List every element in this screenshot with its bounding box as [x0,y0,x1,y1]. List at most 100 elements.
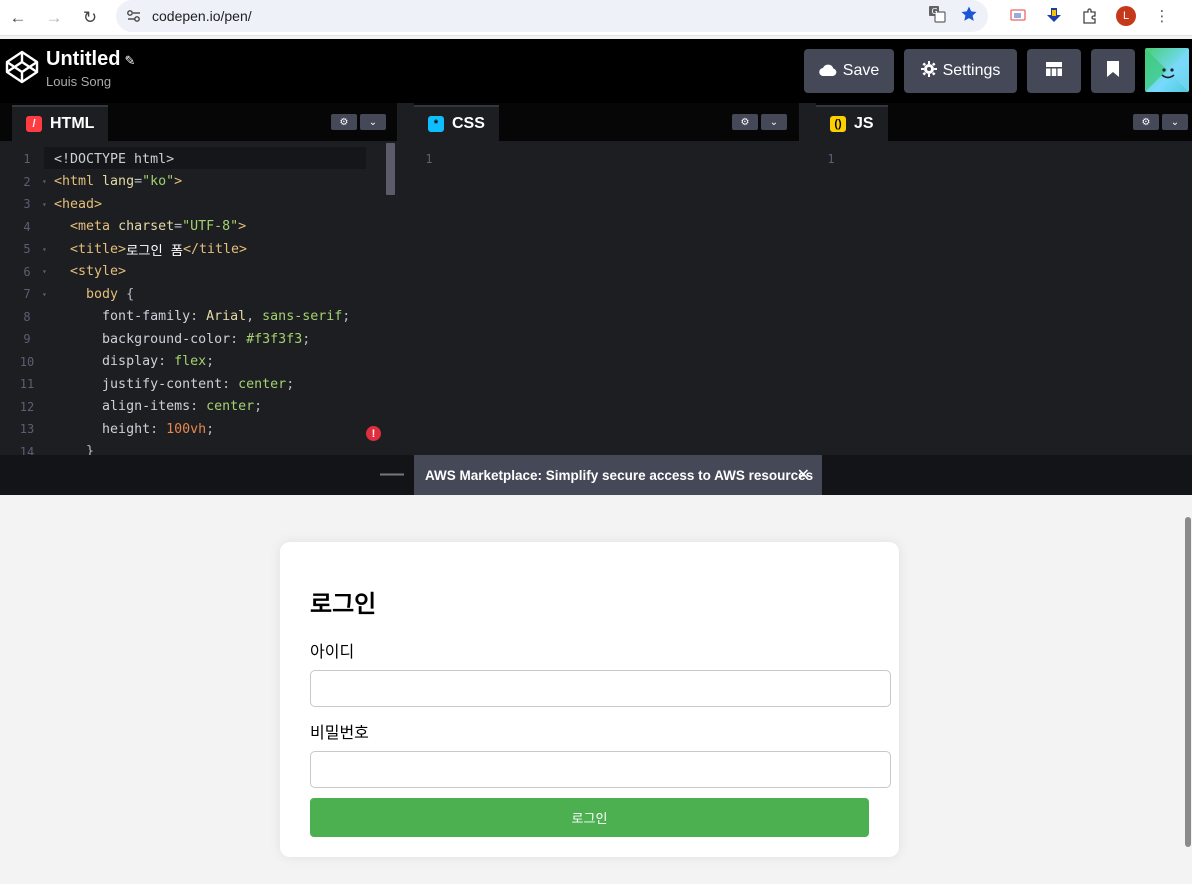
css-code-area[interactable]: 1 [414,141,799,455]
html-settings-gear-icon[interactable]: ⚙ [331,114,357,130]
ad-banner[interactable]: AWS Marketplace: Simplify secure access … [414,455,822,495]
settings-button[interactable]: Settings [904,49,1017,93]
fold-toggle-icon[interactable]: ▾ [42,200,54,209]
html-editor-scrollbar[interactable] [386,143,395,195]
line-number: 14 [19,444,35,455]
line-number: 4 [23,219,31,234]
code-token: = [174,219,183,235]
error-icon[interactable]: ! [366,426,381,441]
line-number: 1 [425,152,433,167]
download-extension-icon[interactable] [1036,0,1072,32]
preview-scrollbar[interactable] [1183,495,1192,884]
pen-title[interactable]: Untitled ✎ [46,48,135,71]
login-button[interactable]: 로그인 [310,798,869,837]
ad-logo-icon [380,473,404,476]
password-input[interactable] [310,751,891,788]
svg-text:G: G [932,7,938,16]
code-token: display [102,354,159,370]
code-token: background-color [102,331,231,347]
code-line: 5 ▾ <title> 로그인 폼 </title> [12,238,247,261]
js-collapse-chevron-down-icon[interactable]: ⌄ [1162,114,1188,130]
profile-avatar[interactable]: L [1108,0,1144,32]
css-editor: * CSS ⚙ ⌄ 1 [398,103,799,455]
tab-css[interactable]: * CSS [414,105,499,141]
ad-text[interactable]: AWS Marketplace: Simplify secure access … [425,468,813,483]
bookmark-star-icon[interactable] [960,5,978,28]
html-collapse-chevron-down-icon[interactable]: ⌄ [360,114,386,130]
tab-js[interactable]: () JS [816,105,888,141]
css-badge-icon: * [428,116,444,132]
code-token: <html [54,174,103,190]
code-token: height [102,421,151,437]
js-code-area[interactable]: 1 [816,141,1192,455]
code-token: Arial [206,309,247,325]
code-line: 8 font-family: Arial, sans-serif; [12,306,350,329]
preview-scrollbar-thumb[interactable] [1185,517,1191,847]
code-token: <style> [70,264,127,280]
code-token: #f3f3f3 [246,331,303,347]
layout-icon [1046,61,1062,81]
id-input[interactable] [310,670,891,707]
site-settings-icon[interactable] [120,9,148,23]
fold-toggle-icon[interactable]: ▾ [42,245,54,254]
code-token: <meta [70,219,119,235]
ad-close-icon[interactable]: ✕ [797,455,810,495]
pen-author[interactable]: Louis Song [46,74,111,89]
code-token: ; [342,309,351,325]
translate-icon[interactable]: G [928,5,946,28]
code-line: 3 ▾ <head> [12,193,102,216]
js-badge-icon: () [830,116,846,132]
code-token: flex [174,354,207,370]
code-token: ; [286,376,295,392]
fold-toggle-icon[interactable]: ▾ [42,267,54,276]
code-token: > [238,219,247,235]
code-line: 4 <meta charset = "UTF-8" > [12,216,246,239]
code-token: : [222,376,239,392]
line-number: 7 [23,287,31,302]
code-token: : [230,331,247,347]
code-token: align-items [102,399,191,415]
code-token: lang [102,174,135,190]
browser-menu-icon[interactable]: ⋮ [1144,0,1180,32]
html-code-area[interactable]: 1 <!DOCTYPE html> 2 ▾ <html lang = "ko" >3 ▾ <hea… [12,141,397,455]
code-line: 11 justify-content: center; [12,373,294,396]
browser-toolbar: ← → ↻ codepen.io/pen/ G L ⋮ [0,0,1192,36]
line-number: 5 [23,242,31,257]
save-button[interactable]: Save [804,49,894,93]
js-settings-gear-icon[interactable]: ⚙ [1133,114,1159,130]
reload-button[interactable]: ↻ [72,2,108,34]
tab-js-label: JS [854,115,874,132]
preview-pane: 로그인 아이디 비밀번호 로그인 [0,495,1192,884]
code-token: <title> [70,241,127,257]
line-number: 1 [827,152,835,167]
user-avatar[interactable] [1145,48,1189,92]
forward-button[interactable]: → [36,2,72,34]
code-line: 7 ▾ body { [12,283,134,306]
edit-pencil-icon[interactable]: ✎ [124,53,135,68]
editor-panels: / HTML ⚙ ⌄ 1 <!DOCTYPE html> 2 ▾ <html lang =… [0,103,1192,455]
back-button[interactable]: ← [0,2,36,34]
code-token: font-family [102,309,191,325]
line-number: 11 [19,377,35,392]
address-bar[interactable]: codepen.io/pen/ G [116,0,988,32]
code-line: 12 align-items: center; [12,396,262,419]
fold-toggle-icon[interactable]: ▾ [42,177,54,186]
bookmark-button[interactable] [1091,49,1135,93]
code-token: 100vh [166,421,207,437]
fold-toggle-icon[interactable]: ▾ [42,290,54,299]
password-label: 비밀번호 [310,723,369,742]
code-token: center [206,399,255,415]
code-line: 1 <!DOCTYPE html> [12,148,174,171]
code-token: sans-serif [262,309,343,325]
css-settings-gear-icon[interactable]: ⚙ [732,114,758,130]
extensions-puzzle-icon[interactable] [1072,0,1108,32]
html-editor: / HTML ⚙ ⌄ 1 <!DOCTYPE html> 2 ▾ <html lang =… [0,103,397,455]
layout-button[interactable] [1027,49,1081,93]
css-collapse-chevron-down-icon[interactable]: ⌄ [761,114,787,130]
extension-cast-icon[interactable] [1000,0,1036,32]
codepen-logo-icon[interactable] [4,49,40,85]
tab-html[interactable]: / HTML [12,105,109,141]
